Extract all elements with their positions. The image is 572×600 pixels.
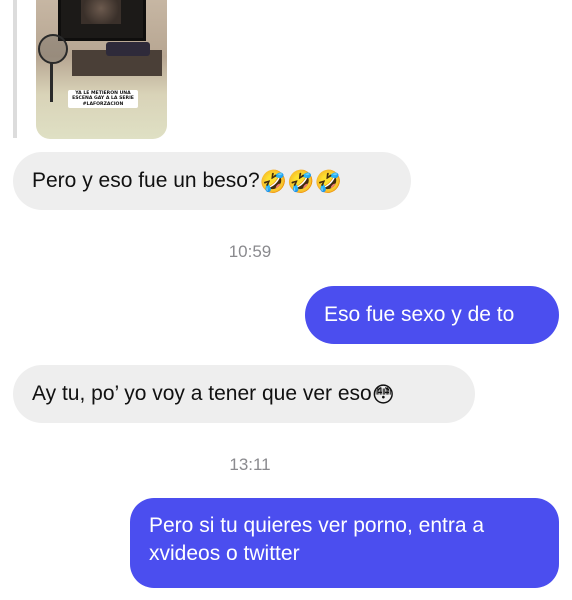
message-bubble-outgoing[interactable]: Eso fue sexo y de to (305, 286, 559, 344)
tv-image (58, 0, 146, 41)
message-bubble-incoming[interactable]: Pero y eso fue un beso?🤣🤣🤣 (13, 152, 411, 210)
shelf-items (106, 42, 150, 56)
tv-scene (81, 0, 121, 24)
message-text: Eso fue sexo y de to (324, 303, 515, 326)
message-timestamp: 13:11 (229, 455, 271, 474)
story-caption-line: #LAFORZACION (82, 101, 124, 107)
fan-stand (50, 62, 53, 102)
story-reply-indicator (13, 0, 17, 138)
rolling-on-floor-laughing-icon: 🤣🤣🤣 (259, 169, 342, 194)
message-bubble-incoming[interactable]: Ay tu, po’ yo voy a tener que ver eso😳 (13, 365, 475, 423)
message-bubble-outgoing[interactable]: Pero si tu quieres ver porno, entra a xv… (130, 498, 559, 588)
story-caption: YA LE METIERON UNA ESCENA GAY A LA SERIE… (68, 90, 138, 109)
message-timestamp: 10:59 (228, 242, 272, 261)
message-text: Pero si tu quieres ver porno, entra a xv… (149, 514, 485, 565)
message-text: Pero y eso fue un beso? (32, 169, 260, 192)
fan-image (38, 34, 68, 64)
flushed-face-icon: 😳 (371, 382, 395, 407)
message-text: Ay tu, po’ yo voy a tener que ver eso (32, 382, 372, 405)
story-thumbnail[interactable]: YA LE METIERON UNA ESCENA GAY A LA SERIE… (36, 0, 167, 139)
